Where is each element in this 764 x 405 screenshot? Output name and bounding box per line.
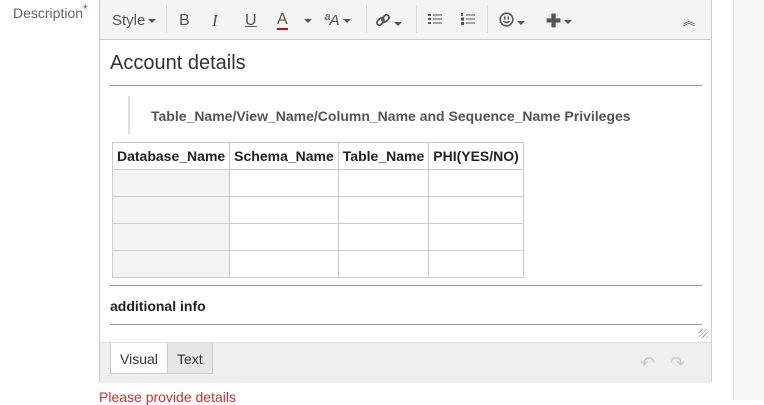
bullet-list-button[interactable]: [428, 12, 442, 30]
undo-icon[interactable]: ↶: [640, 353, 655, 374]
link-dropdown[interactable]: [375, 12, 402, 33]
error-message: Please provide details: [99, 389, 236, 405]
label-text: Description: [13, 5, 84, 21]
font-color-button[interactable]: A: [277, 12, 288, 30]
numbered-list-button[interactable]: [461, 12, 475, 30]
table-cell[interactable]: [111, 196, 231, 224]
blockquote: Table_Name/View_Name/Column_Name and Seq…: [128, 96, 631, 134]
divider: [110, 324, 702, 325]
bullet-list-icon: [428, 14, 442, 24]
link-icon: [376, 14, 390, 26]
style-label: Style: [112, 12, 146, 29]
table-row: [111, 250, 524, 278]
table-cell[interactable]: [229, 169, 339, 197]
table-cell[interactable]: [111, 169, 231, 197]
editor-toolbar: Style B I U A ªA ✚ ︽: [100, 0, 711, 40]
table-cell[interactable]: [337, 250, 430, 278]
bold-button[interactable]: B: [179, 12, 190, 30]
table-cell[interactable]: [337, 223, 430, 251]
column-header: Table_Name: [337, 142, 430, 170]
table-cell[interactable]: [428, 196, 524, 224]
divider: [110, 85, 702, 86]
column-header: Database_Name: [111, 142, 231, 170]
table-cell[interactable]: [428, 169, 524, 197]
font-size-dropdown[interactable]: ªA: [324, 12, 351, 30]
table-cell[interactable]: [111, 250, 231, 278]
privileges-table: Database_Name Schema_Name Table_Name PHI…: [111, 142, 524, 278]
table-cell[interactable]: [229, 196, 339, 224]
table-row: [111, 223, 524, 251]
italic-button[interactable]: I: [212, 12, 218, 30]
table-cell[interactable]: [428, 250, 524, 278]
divider: [110, 285, 702, 286]
content-heading: Account details: [110, 52, 246, 74]
additional-info: additional info: [110, 298, 206, 314]
chevron-double-up-icon: ︽: [683, 14, 696, 28]
table-row: [111, 169, 524, 197]
plus-icon: ✚: [546, 11, 562, 31]
underline-button[interactable]: U: [245, 12, 257, 30]
description-label: Description*: [13, 2, 88, 21]
collapse-toolbar-button[interactable]: ︽: [683, 12, 695, 30]
editor-footer: Visual Text ↶ ↷: [100, 342, 711, 383]
rich-text-editor: Style B I U A ªA ✚ ︽ Account details Tab…: [99, 0, 712, 383]
resize-handle[interactable]: [699, 329, 708, 338]
required-mark: *: [83, 2, 88, 16]
redo-icon[interactable]: ↷: [670, 353, 685, 374]
emoji-dropdown[interactable]: [499, 12, 525, 32]
table-row: [111, 196, 524, 224]
column-header: Schema_Name: [229, 142, 339, 170]
font-color-dropdown[interactable]: [301, 12, 312, 30]
tab-text[interactable]: Text: [167, 343, 213, 374]
emoji-icon: [499, 12, 514, 27]
table-cell[interactable]: [428, 223, 524, 251]
numbered-list-icon: [461, 13, 475, 25]
column-header: PHI(YES/NO): [428, 142, 524, 170]
insert-dropdown[interactable]: ✚: [546, 11, 573, 31]
tab-visual[interactable]: Visual: [110, 343, 168, 374]
style-dropdown[interactable]: Style: [112, 12, 157, 30]
font-size-icon: ªA: [324, 12, 340, 29]
table-cell[interactable]: [229, 250, 339, 278]
table-cell[interactable]: [337, 196, 430, 224]
table-cell[interactable]: [337, 169, 430, 197]
table-cell[interactable]: [111, 223, 231, 251]
editor-content[interactable]: Account details Table_Name/View_Name/Col…: [100, 40, 711, 340]
table-cell[interactable]: [229, 223, 339, 251]
side-panel: [733, 0, 764, 400]
